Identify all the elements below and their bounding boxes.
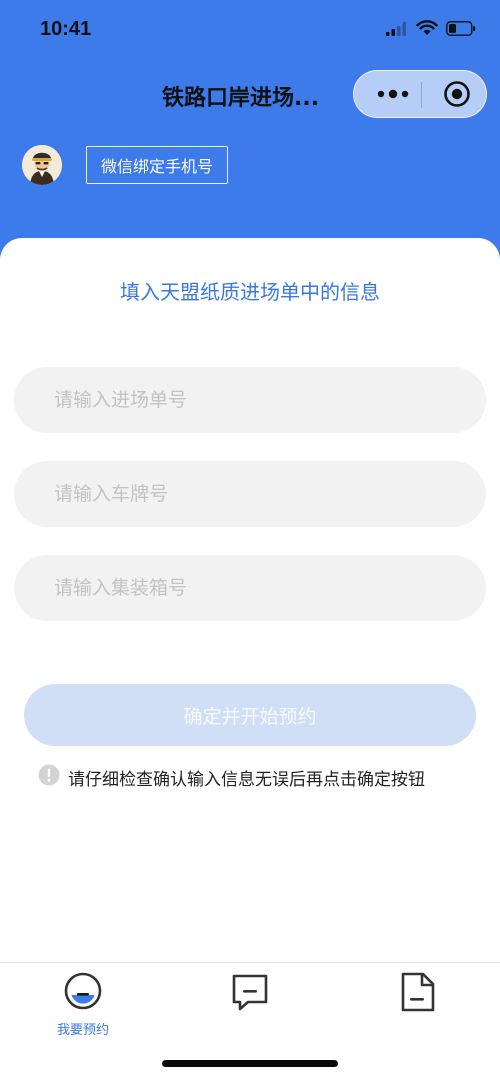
page-title: 铁路口岸进场... bbox=[162, 86, 320, 111]
status-bar: 10:41 bbox=[0, 0, 500, 62]
navigation-bar: 铁路口岸进场... bbox=[0, 70, 500, 120]
driver-avatar-icon[interactable] bbox=[22, 145, 62, 185]
capsule-divider bbox=[421, 82, 422, 108]
warning-icon bbox=[38, 764, 60, 790]
confirm-start-button[interactable]: 确定并开始预约 bbox=[24, 684, 476, 746]
bind-phone-button[interactable]: 微信绑定手机号 bbox=[86, 146, 228, 184]
hint-row: 请仔细检查确认输入信息无误后再点击确定按钮 bbox=[38, 764, 478, 790]
message-icon bbox=[229, 971, 271, 1017]
form-card bbox=[0, 238, 500, 1082]
app-screen: 10:41 铁路口岸进场... 微信绑定手机号 填入天盟纸质进场单中的信息 请输… bbox=[0, 0, 500, 1082]
reserve-icon bbox=[63, 971, 103, 1015]
status-icons bbox=[386, 20, 476, 40]
battery-icon bbox=[446, 20, 476, 40]
target-close-icon[interactable] bbox=[432, 77, 482, 111]
more-dots-icon[interactable] bbox=[368, 77, 418, 111]
wifi-icon bbox=[416, 20, 438, 40]
tab-documents[interactable] bbox=[362, 971, 472, 1041]
tab-messages[interactable] bbox=[195, 971, 305, 1041]
signal-icon bbox=[386, 21, 408, 40]
form-title: 填入天盟纸质进场单中的信息 bbox=[120, 280, 380, 304]
hint-text: 请仔细检查确认输入信息无误后再点击确定按钮 bbox=[68, 769, 425, 790]
container-number-input[interactable] bbox=[14, 555, 486, 621]
document-icon bbox=[396, 971, 438, 1017]
tab-reserve-label: 我要预约 bbox=[56, 1023, 109, 1038]
entry-number-input[interactable] bbox=[14, 367, 486, 433]
tab-reserve[interactable]: 我要预约 bbox=[28, 971, 138, 1041]
plate-number-input[interactable] bbox=[14, 461, 486, 527]
home-indicator bbox=[162, 1060, 338, 1067]
status-time: 10:41 bbox=[40, 18, 92, 40]
mini-program-capsule bbox=[353, 70, 487, 118]
